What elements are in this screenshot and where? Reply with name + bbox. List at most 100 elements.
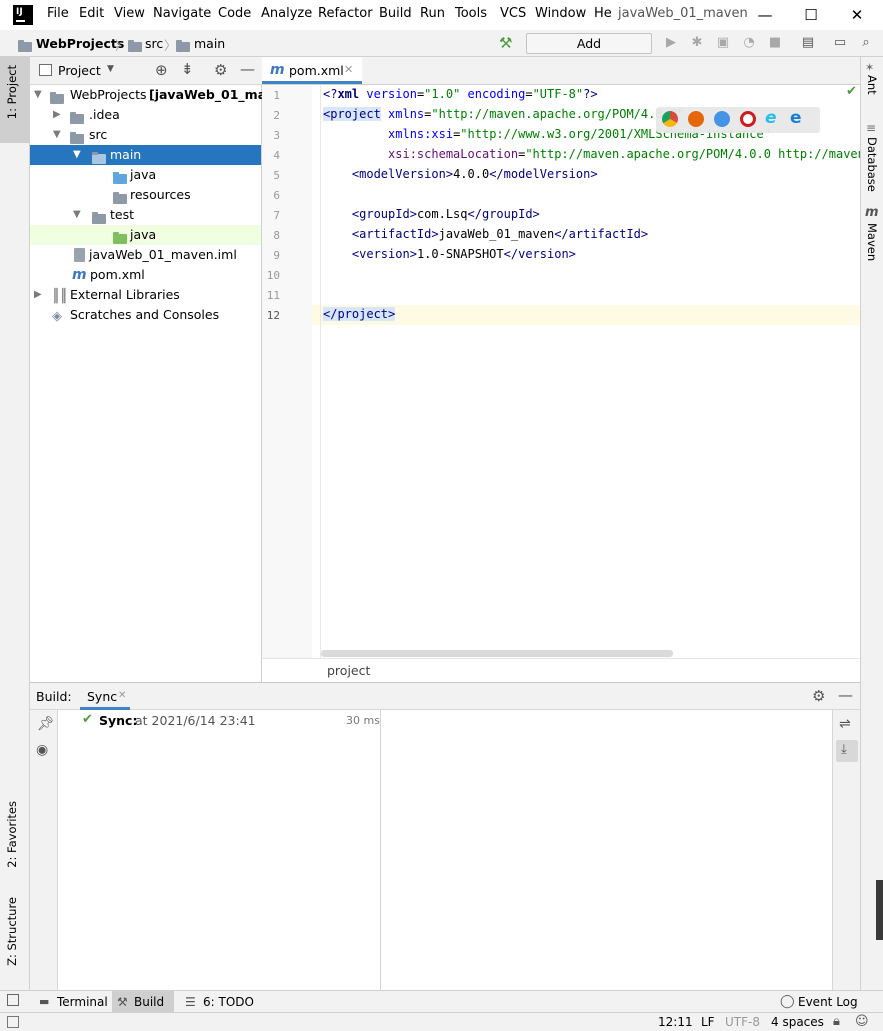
breadcrumb-main[interactable]: main	[194, 36, 225, 51]
chrome-icon[interactable]	[662, 111, 678, 127]
menu-build[interactable]: Build	[379, 6, 412, 21]
horizontal-scrollbar[interactable]	[321, 650, 673, 657]
breadcrumb-src[interactable]: src	[145, 36, 163, 51]
safari-icon[interactable]	[714, 111, 730, 127]
tab-favorites[interactable]: 2: Favorites	[0, 797, 29, 885]
chevron-down-icon[interactable]: ▼	[53, 125, 61, 145]
scroll-to-end-button[interactable]: ⤓	[836, 740, 858, 762]
tree-item-main-java[interactable]: java	[30, 165, 261, 185]
chevron-right-icon[interactable]: ▶	[34, 285, 42, 305]
maximize-button[interactable]: ☐	[796, 4, 826, 26]
tree-item-pom[interactable]: m pom.xml	[30, 265, 261, 285]
file-encoding[interactable]: UTF-8	[725, 1015, 760, 1029]
tree-item-webprojects[interactable]: ▼ WebProjects [javaWeb_01_maven]	[30, 85, 297, 105]
tree-item-label: javaWeb_01_maven.iml	[89, 247, 237, 262]
inspector-icon[interactable]: ☺	[855, 1014, 869, 1029]
menu-view[interactable]: View	[114, 6, 145, 21]
run-icon[interactable]: ▶	[663, 35, 679, 51]
browser-popup: e e	[656, 107, 820, 133]
eye-icon[interactable]: ◉	[36, 742, 48, 758]
inspection-ok-icon[interactable]: ✔	[846, 84, 857, 99]
chevron-down-icon[interactable]: ▼	[73, 205, 81, 225]
tree-item-resources[interactable]: resources	[30, 185, 261, 205]
tree-item-test-java[interactable]: java	[30, 225, 261, 245]
tab-project[interactable]: 1: Project	[0, 57, 29, 143]
close-tab-icon[interactable]: ✕	[344, 63, 353, 76]
profile-icon[interactable]: ◔	[741, 35, 757, 51]
folder-icon	[128, 39, 142, 54]
line-separator[interactable]: LF	[701, 1015, 715, 1029]
chevron-right-icon[interactable]: ▶	[53, 105, 61, 125]
build-splitter[interactable]	[380, 710, 381, 991]
soft-wrap-icon[interactable]: ⇌	[839, 716, 851, 732]
pin-icon[interactable]: 📌︎	[37, 716, 55, 732]
indent-setting[interactable]: 4 spaces	[771, 1015, 824, 1029]
breadcrumb-webprojects[interactable]: WebProjects	[36, 36, 124, 51]
close-button[interactable]: ✕	[842, 4, 872, 26]
menu-run[interactable]: Run	[420, 6, 445, 21]
code-editor[interactable]: 1 2 3 4 5 6 7 8 9 10 11 12 <?xml version…	[262, 84, 879, 658]
tree-item-iml[interactable]: javaWeb_01_maven.iml	[30, 245, 261, 265]
sync-label[interactable]: Sync:	[99, 713, 137, 728]
tab-maven[interactable]: Maven	[865, 223, 879, 261]
project-view-selector[interactable]: Project	[58, 63, 101, 78]
menu-file[interactable]: File	[47, 6, 69, 21]
chevron-down-icon[interactable]: ▼	[107, 64, 114, 74]
stop-icon[interactable]: ■	[767, 35, 783, 51]
tree-item-src[interactable]: ▼ src	[30, 125, 261, 145]
minimize-button[interactable]: —	[750, 4, 780, 26]
menu-code[interactable]: Code	[218, 6, 251, 21]
close-tab-icon[interactable]: ✕	[118, 690, 126, 701]
menu-vcs[interactable]: VCS	[500, 6, 526, 21]
tree-item-idea[interactable]: ▶ .idea	[30, 105, 261, 125]
tab-todo[interactable]: ☰ 6: TODO	[181, 991, 255, 1013]
opera-icon[interactable]	[740, 111, 756, 127]
hide-icon[interactable]: —	[838, 686, 853, 704]
tab-build[interactable]: ⚒ Build	[112, 991, 174, 1013]
tab-ant[interactable]: Ant	[865, 75, 879, 95]
tab-database[interactable]: Database	[865, 137, 879, 192]
menu-analyze[interactable]: Analyze	[261, 6, 312, 21]
project-structure-icon[interactable]: ▤	[800, 35, 816, 51]
tree-item-test[interactable]: ▼ test	[30, 205, 261, 225]
menu-window[interactable]: Window	[535, 6, 586, 21]
tab-sync[interactable]: Sync ✕	[80, 683, 130, 710]
coverage-icon[interactable]: ▣	[715, 35, 731, 51]
chevron-down-icon[interactable]: ▼	[34, 85, 42, 105]
menu-edit[interactable]: Edit	[79, 6, 104, 21]
collapse-icon[interactable]: ⇟	[181, 60, 194, 78]
editor-breadcrumb[interactable]: project	[327, 663, 370, 678]
caret-position[interactable]: 12:11	[658, 1015, 693, 1029]
hide-icon[interactable]: —	[240, 60, 255, 78]
add-configuration-button[interactable]: Add Configuration...	[526, 33, 652, 70]
lock-icon[interactable]: 🔒︎	[833, 1014, 840, 1029]
menu-help[interactable]: He	[594, 6, 612, 21]
layout-icon[interactable]: ▭	[832, 35, 848, 51]
search-icon[interactable]: ⌕	[858, 35, 874, 51]
tab-pom-xml[interactable]: m pom.xml ✕	[262, 57, 362, 84]
tree-item-main[interactable]: ▼ main	[30, 145, 261, 165]
edge-icon[interactable]: e	[790, 108, 802, 128]
tab-event-log[interactable]: ◯ Event Log	[776, 991, 866, 1013]
tree-item-label: main	[110, 147, 142, 162]
locate-icon[interactable]: ⊕	[155, 61, 168, 79]
menu-refactor[interactable]: Refactor	[318, 6, 373, 21]
menu-tools[interactable]: Tools	[455, 6, 487, 21]
tree-item-external-libraries[interactable]: ▶ ║║ External Libraries	[30, 285, 261, 305]
tab-terminal[interactable]: ▬ Terminal	[35, 991, 109, 1013]
tab-structure[interactable]: Z: Structure	[0, 893, 29, 981]
sync-timestamp: at 2021/6/14 23:41	[135, 713, 256, 728]
status-toggle-icon[interactable]	[7, 1016, 19, 1028]
hammer-build-icon[interactable]: ⚒	[499, 34, 512, 52]
menu-navigate[interactable]: Navigate	[153, 6, 211, 21]
chevron-right-icon: 〉	[164, 38, 177, 53]
internet-explorer-icon[interactable]: e	[765, 108, 777, 128]
toggle-tool-windows-icon[interactable]	[7, 994, 19, 1006]
chevron-down-icon[interactable]: ▼	[73, 145, 81, 165]
firefox-icon[interactable]	[688, 111, 704, 127]
gear-icon[interactable]: ⚙	[812, 687, 825, 705]
tree-item-scratches[interactable]: ◈ Scratches and Consoles	[30, 305, 261, 325]
gear-icon[interactable]: ⚙	[214, 61, 227, 79]
maven-file-icon: m	[72, 267, 87, 283]
debug-icon[interactable]: ✱	[689, 35, 705, 51]
